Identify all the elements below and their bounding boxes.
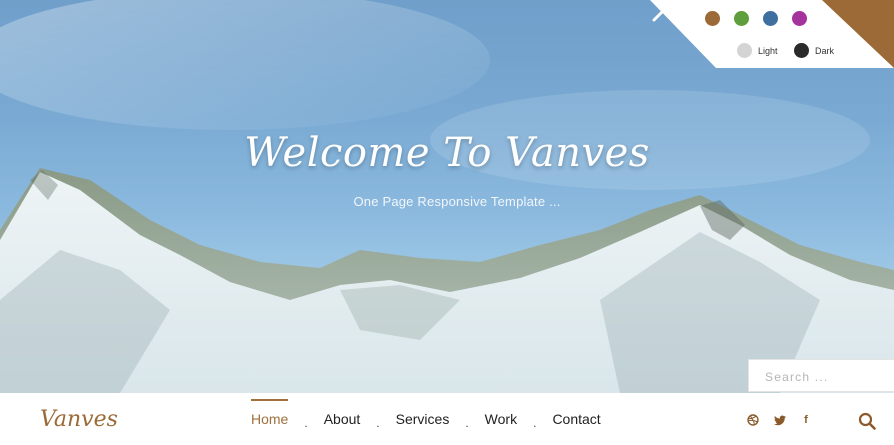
hero-title: Welcome To Vanves <box>244 130 650 176</box>
nav-work[interactable]: Work <box>485 405 517 433</box>
nav-services[interactable]: Services <box>396 405 450 433</box>
nav-separator: . <box>465 416 469 430</box>
site-logo[interactable]: Vanves <box>40 407 118 432</box>
hero-section: Welcome To Vanves One Page Responsive Te… <box>0 0 894 393</box>
dribbble-icon[interactable] <box>745 412 761 428</box>
color-swatch-blue[interactable] <box>763 11 778 26</box>
nav-contact[interactable]: Contact <box>552 405 600 433</box>
dark-theme-dot <box>794 43 809 58</box>
facebook-icon[interactable]: f <box>798 412 814 428</box>
magic-wand-icon[interactable] <box>650 0 674 24</box>
twitter-icon[interactable] <box>772 412 788 428</box>
dark-theme-label: Dark <box>815 45 835 56</box>
theme-dark-option[interactable]: Dark <box>794 43 834 58</box>
nav-separator: . <box>304 416 308 430</box>
color-swatch-green[interactable] <box>734 11 749 26</box>
color-swatch-purple[interactable] <box>792 11 807 26</box>
navbar: Vanves Home . About . Services . Work . … <box>0 393 894 445</box>
light-theme-label: Light <box>758 45 778 56</box>
hero-subtitle: One Page Responsive Template ... <box>353 194 561 209</box>
light-theme-dot <box>737 43 752 58</box>
nav-about[interactable]: About <box>324 405 361 433</box>
nav-home[interactable]: Home <box>251 399 289 433</box>
main-menu: Home . About . Services . Work . Contact <box>251 393 601 445</box>
theme-light-option[interactable]: Light <box>737 43 778 58</box>
style-switcher-panel: Light Dark <box>650 0 894 68</box>
search-input[interactable] <box>763 360 887 393</box>
search-box <box>748 359 894 393</box>
nav-separator: . <box>533 416 537 430</box>
search-icon[interactable] <box>858 412 876 430</box>
nav-separator: . <box>376 416 380 430</box>
color-swatch-brown[interactable] <box>705 11 720 26</box>
